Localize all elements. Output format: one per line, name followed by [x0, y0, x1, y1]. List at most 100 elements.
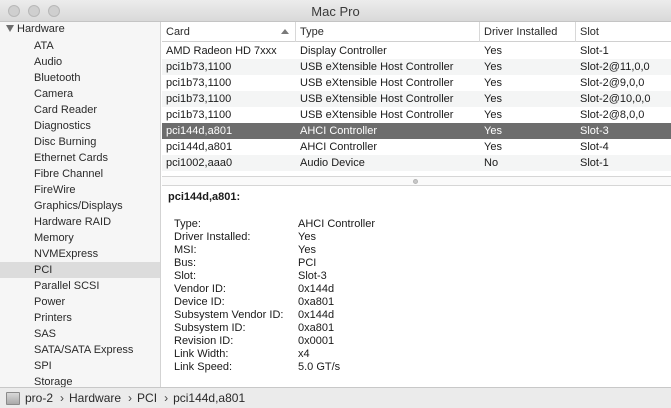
- detail-field-value: 0xa801: [298, 296, 335, 308]
- detail-field: Subsystem Vendor ID: 0x144d: [174, 309, 654, 322]
- detail-field-key: Driver Installed:: [174, 231, 251, 243]
- detail-field: Link Speed: 5.0 GT/s: [174, 361, 654, 374]
- disclosure-triangle-icon[interactable]: [6, 25, 14, 32]
- breadcrumb-item[interactable]: pci144d,a801: [173, 391, 245, 405]
- cell-driver-installed: Yes: [484, 45, 502, 57]
- table-row[interactable]: pci144d,a801 AHCI Controller Yes Slot-3: [162, 123, 671, 139]
- detail-field-key: Link Width:: [174, 348, 229, 360]
- sidebar-item-diagnostics[interactable]: Diagnostics: [0, 118, 160, 134]
- cell-driver-installed: Yes: [484, 125, 502, 137]
- sidebar-item-spi[interactable]: SPI: [0, 358, 160, 374]
- sidebar-item-memory[interactable]: Memory: [0, 230, 160, 246]
- cell-card: AMD Radeon HD 7xxx: [166, 45, 277, 57]
- sidebar-item-graphics-displays[interactable]: Graphics/Displays: [0, 198, 160, 214]
- sidebar-item-sata-sata-express[interactable]: SATA/SATA Express: [0, 342, 160, 358]
- breadcrumb-item[interactable]: PCI: [137, 391, 157, 405]
- detail-field-value: x4: [298, 348, 310, 360]
- cell-type: USB eXtensible Host Controller: [300, 109, 454, 121]
- cell-slot: Slot-2@11,0,0: [580, 61, 650, 73]
- cell-card: pci1b73,1100: [166, 93, 232, 105]
- cell-driver-installed: Yes: [484, 61, 502, 73]
- table-row[interactable]: pci144d,a801 AHCI Controller Yes Slot-4: [162, 139, 671, 155]
- detail-field-value: Yes: [298, 244, 316, 256]
- detail-field: Subsystem ID: 0xa801: [174, 322, 654, 335]
- detail-title: pci144d,a801:: [168, 191, 241, 203]
- sidebar-item-card-reader[interactable]: Card Reader: [0, 102, 160, 118]
- sidebar-item-pci[interactable]: PCI: [0, 262, 160, 278]
- cell-slot: Slot-2@9,0,0: [580, 77, 645, 89]
- breadcrumb: pro-2 › Hardware › PCI › pci144d,a801: [25, 391, 245, 405]
- cell-slot: Slot-3: [580, 125, 609, 137]
- sidebar-item-ata[interactable]: ATA: [0, 38, 160, 54]
- breadcrumb-item[interactable]: pro-2: [25, 391, 53, 405]
- sidebar-item-camera[interactable]: Camera: [0, 86, 160, 102]
- table-row[interactable]: pci1b73,1100 USB eXtensible Host Controll…: [162, 107, 671, 123]
- chevron-right-icon: ›: [60, 391, 65, 405]
- cell-type: AHCI Controller: [300, 141, 378, 153]
- detail-field-key: Subsystem ID:: [174, 322, 246, 334]
- detail-field-value: 0x0001: [298, 335, 335, 347]
- divider-handle-icon[interactable]: [413, 179, 418, 184]
- sort-ascending-icon: [281, 29, 289, 34]
- detail-field: Slot: Slot-3: [174, 270, 654, 283]
- table-row[interactable]: pci1002,aaa0 Audio Device No Slot-1: [162, 155, 671, 171]
- detail-field: MSI: Yes: [174, 244, 654, 257]
- column-header-type[interactable]: Type: [296, 22, 480, 42]
- path-bar: pro-2 › Hardware › PCI › pci144d,a801: [0, 387, 671, 408]
- cell-slot: Slot-2@8,0,0: [580, 109, 645, 121]
- column-header-label: Driver Installed: [484, 26, 558, 38]
- detail-field-value: 5.0 GT/s: [298, 361, 341, 373]
- sidebar-item-ethernet-cards[interactable]: Ethernet Cards: [0, 150, 160, 166]
- sidebar-item-storage[interactable]: Storage: [0, 374, 160, 387]
- sidebar-item-bluetooth[interactable]: Bluetooth: [0, 70, 160, 86]
- detail-field: Type: AHCI Controller: [174, 218, 654, 231]
- table-header: Card Type Driver Installed Slot: [162, 22, 671, 42]
- detail-field-value: 0x144d: [298, 283, 335, 295]
- cell-type: AHCI Controller: [300, 125, 378, 137]
- sidebar-item-printers[interactable]: Printers: [0, 310, 160, 326]
- computer-icon: [6, 392, 20, 405]
- pci-table: Card Type Driver Installed Slot AMD Rade…: [162, 22, 671, 176]
- cell-driver-installed: Yes: [484, 93, 502, 105]
- column-header-card[interactable]: Card: [162, 22, 296, 42]
- cell-driver-installed: Yes: [484, 77, 502, 89]
- column-header-driver-installed[interactable]: Driver Installed: [480, 22, 576, 42]
- title-bar: Mac Pro: [0, 0, 671, 22]
- sidebar-item-firewire[interactable]: FireWire: [0, 182, 160, 198]
- column-header-slot[interactable]: Slot: [576, 22, 671, 42]
- breadcrumb-item[interactable]: Hardware: [69, 391, 121, 405]
- sidebar-item-hardware-raid[interactable]: Hardware RAID: [0, 214, 160, 230]
- sidebar-item-disc-burning[interactable]: Disc Burning: [0, 134, 160, 150]
- sidebar-item-sas[interactable]: SAS: [0, 326, 160, 342]
- detail-field-value: Yes: [298, 231, 316, 243]
- cell-type: Audio Device: [300, 157, 365, 169]
- cell-type: USB eXtensible Host Controller: [300, 93, 454, 105]
- detail-field: Link Width: x4: [174, 348, 654, 361]
- cell-slot: Slot-2@10,0,0: [580, 93, 651, 105]
- detail-field: Vendor ID: 0x144d: [174, 283, 654, 296]
- detail-field-key: Vendor ID:: [174, 283, 226, 295]
- window-title: Mac Pro: [311, 4, 360, 19]
- cell-type: USB eXtensible Host Controller: [300, 77, 454, 89]
- sidebar-item-audio[interactable]: Audio: [0, 54, 160, 70]
- sidebar-item-fibre-channel[interactable]: Fibre Channel: [0, 166, 160, 182]
- cell-slot: Slot-4: [580, 141, 609, 153]
- sidebar-item-parallel-scsi[interactable]: Parallel SCSI: [0, 278, 160, 294]
- cell-slot: Slot-1: [580, 157, 609, 169]
- table-row[interactable]: AMD Radeon HD 7xxx Display Controller Yes S…: [162, 43, 671, 59]
- split-view-divider[interactable]: [162, 176, 671, 186]
- detail-field-key: Revision ID:: [174, 335, 234, 347]
- table-row[interactable]: pci1b73,1100 USB eXtensible Host Controll…: [162, 91, 671, 107]
- sidebar-group-hardware[interactable]: Hardware: [0, 22, 160, 38]
- detail-pane: pci144d,a801: Type: AHCI Controller Driver…: [162, 186, 671, 387]
- cell-driver-installed: Yes: [484, 109, 502, 121]
- column-header-label: Card: [166, 26, 190, 38]
- detail-field-value: Slot-3: [298, 270, 327, 282]
- sidebar-item-nvmexpress[interactable]: NVMExpress: [0, 246, 160, 262]
- table-row[interactable]: pci1b73,1100 USB eXtensible Host Controll…: [162, 59, 671, 75]
- detail-field-key: Device ID:: [174, 296, 225, 308]
- detail-field-value: 0x144d: [298, 309, 335, 321]
- sidebar-item-power[interactable]: Power: [0, 294, 160, 310]
- table-row[interactable]: pci1b73,1100 USB eXtensible Host Controll…: [162, 75, 671, 91]
- sidebar: Hardware ATA Audio Bluetooth Camera Card Rea…: [0, 22, 161, 387]
